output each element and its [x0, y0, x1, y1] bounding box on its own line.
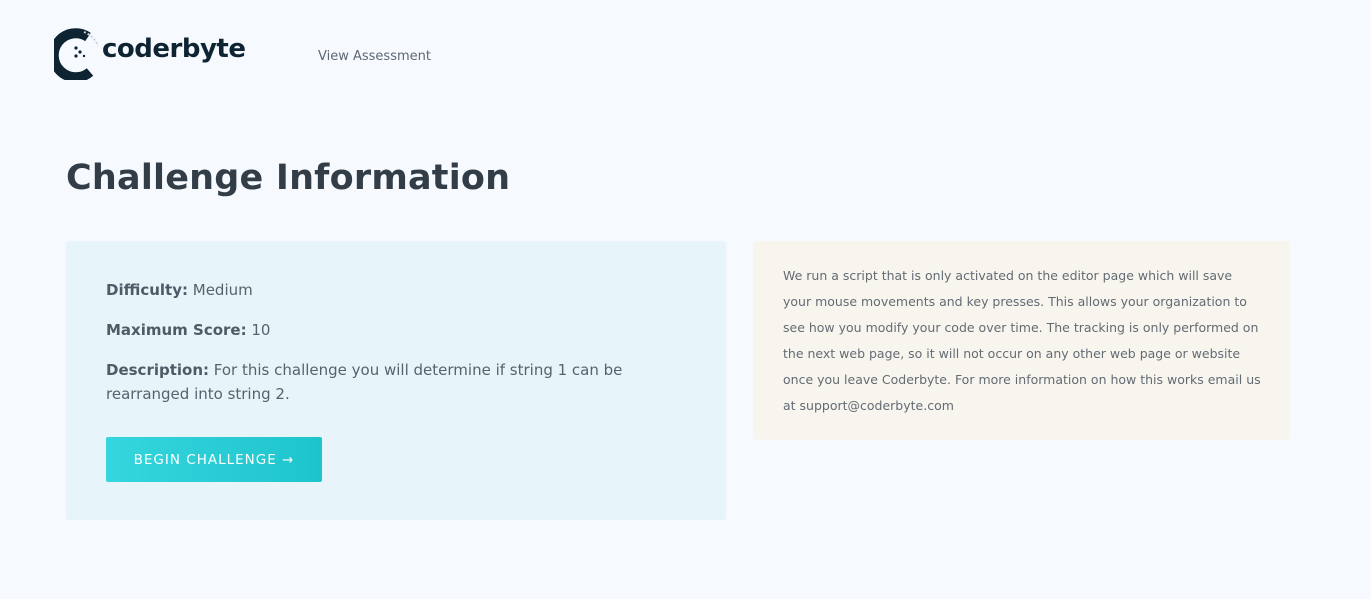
tracking-notice-card: We run a script that is only activated o…: [753, 241, 1290, 440]
begin-challenge-button[interactable]: BEGIN CHALLENGE →: [106, 437, 322, 482]
max-score-label: Maximum Score:: [106, 321, 247, 339]
tracking-notice-text: We run a script that is only activated o…: [783, 268, 1261, 413]
description-row: Description: For this challenge you will…: [106, 358, 676, 406]
brand-name: coderbyte: [102, 34, 246, 64]
coderbyte-logo-icon: [54, 28, 99, 80]
description-label: Description:: [106, 361, 210, 379]
difficulty-label: Difficulty:: [106, 281, 188, 299]
logo[interactable]: coderbyte: [54, 28, 254, 80]
challenge-info-card: Difficulty: Medium Maximum Score: 10 Des…: [66, 241, 726, 520]
difficulty-value: Medium: [187, 281, 253, 299]
page-title: Challenge Information: [66, 158, 511, 198]
max-score-row: Maximum Score: 10: [106, 318, 676, 342]
max-score-value: 10: [246, 321, 271, 339]
view-assessment-link[interactable]: View Assessment: [318, 49, 431, 64]
header: coderbyte View Assessment: [54, 28, 1371, 82]
difficulty-row: Difficulty: Medium: [106, 278, 676, 302]
